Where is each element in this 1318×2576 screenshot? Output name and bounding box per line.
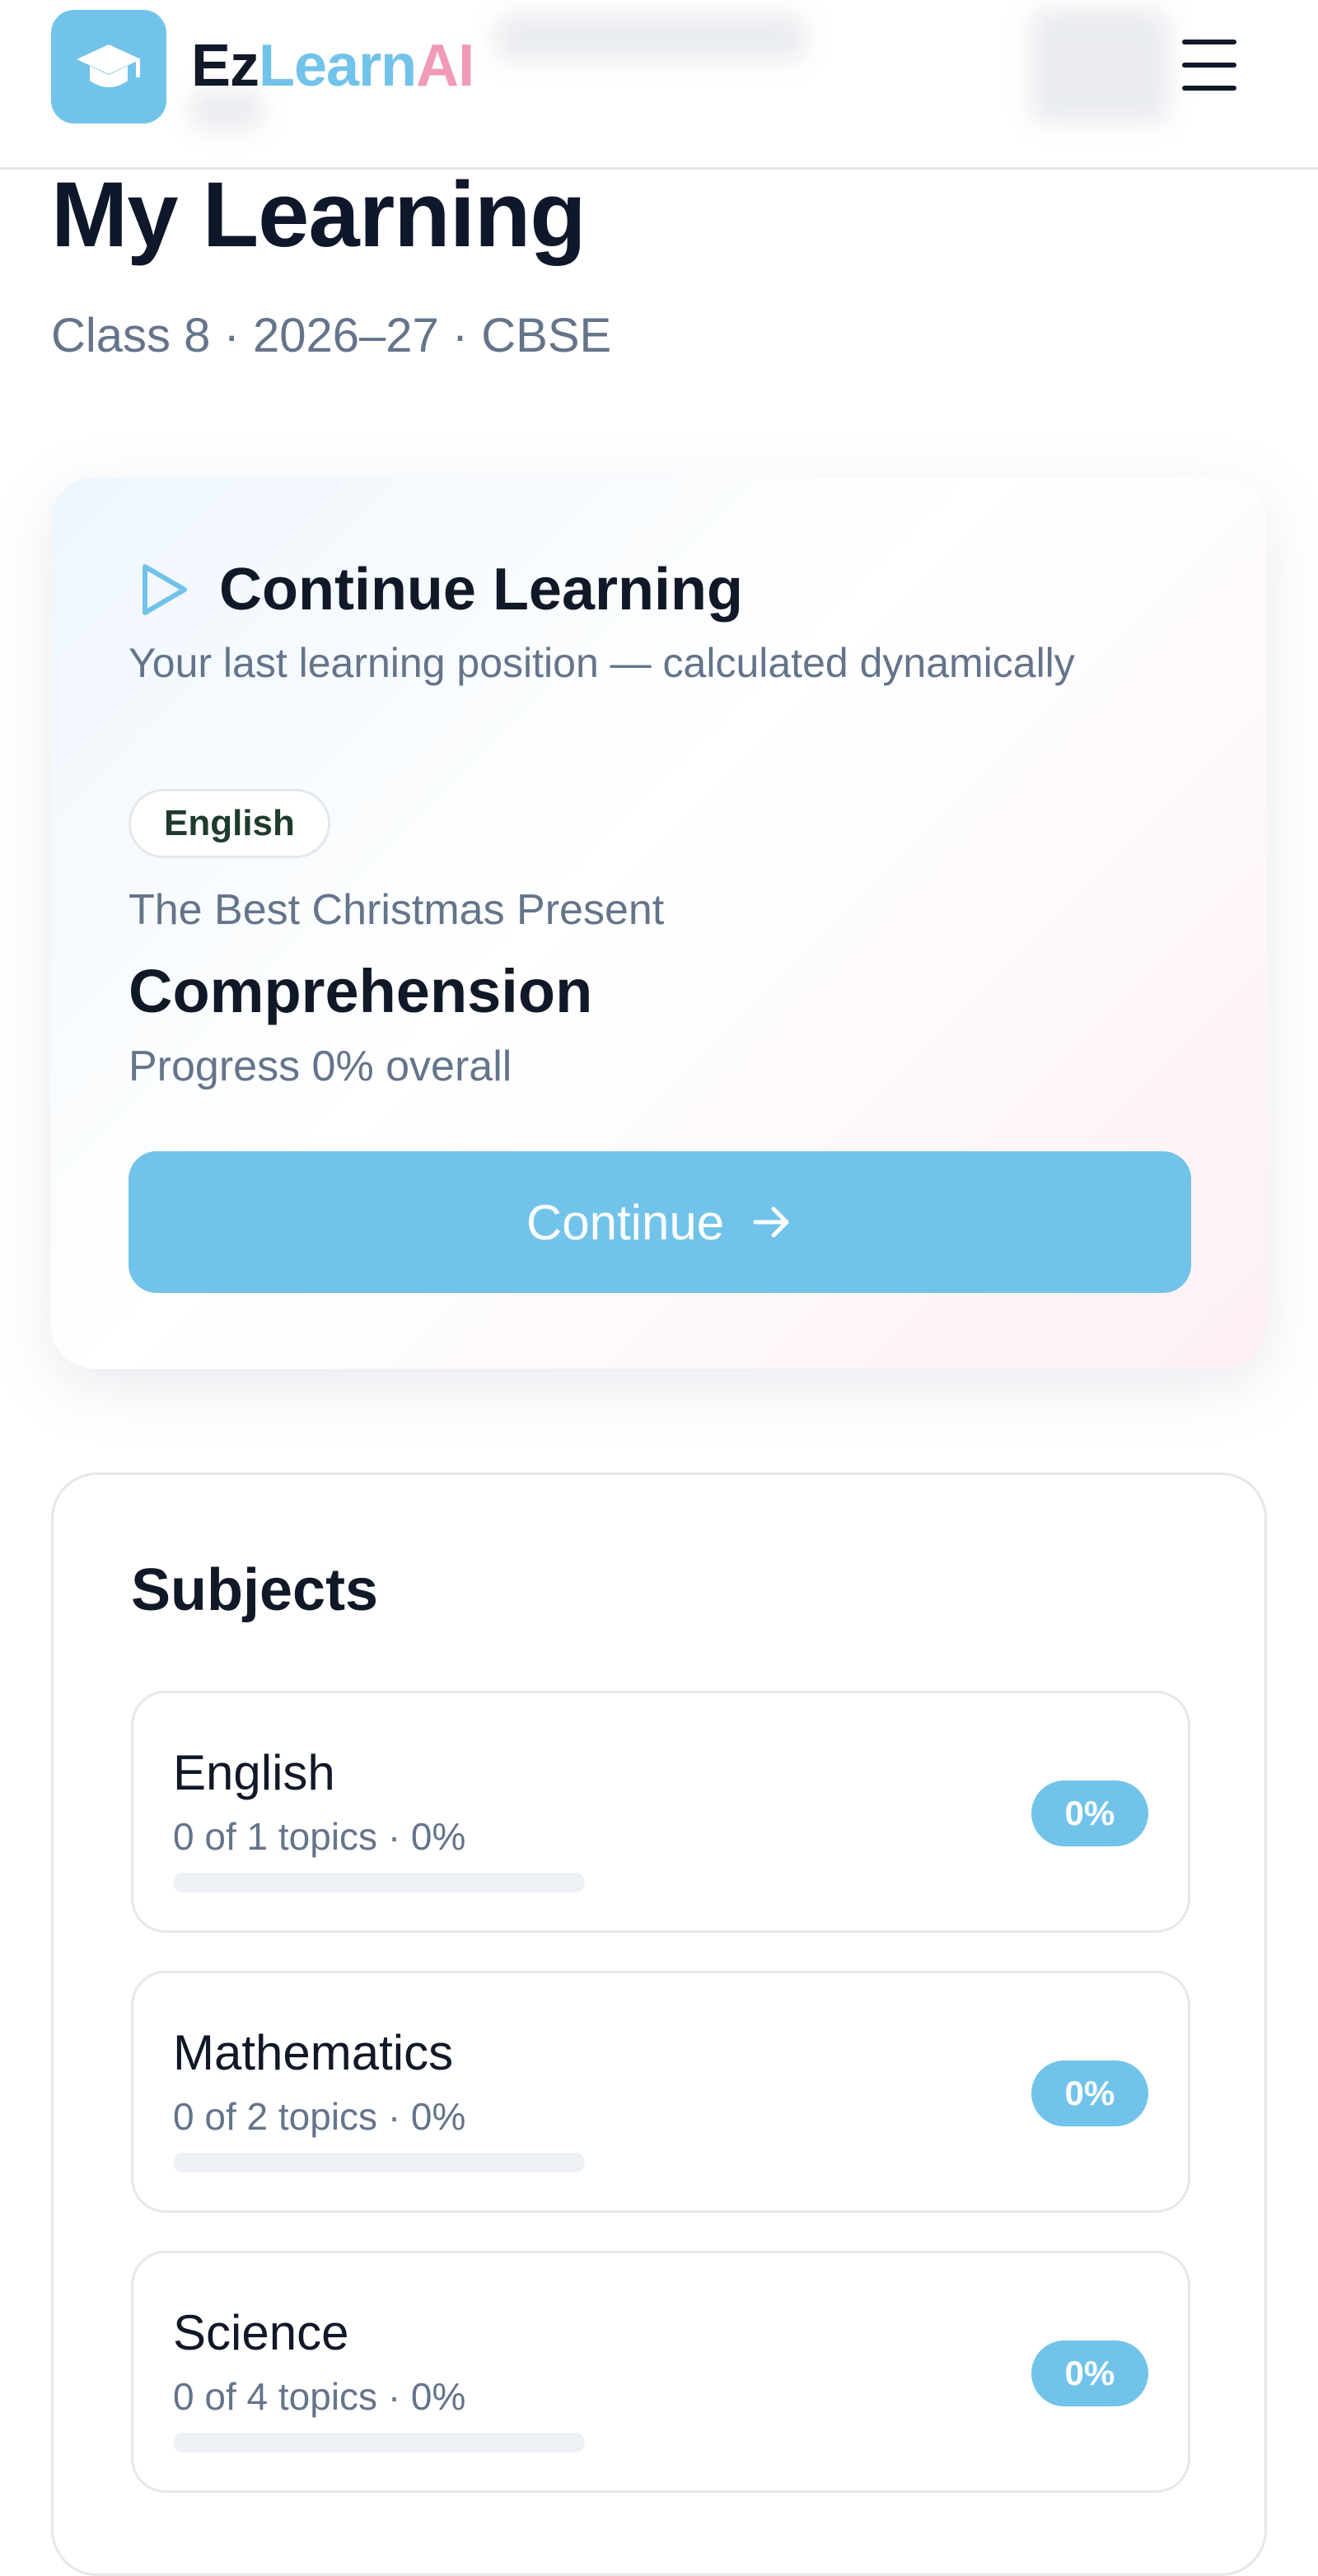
arrow-right-icon: [753, 1206, 789, 1238]
subject-meta: 0 of 2 topics · 0%: [173, 2095, 466, 2138]
subjects-title: Subjects: [131, 1557, 379, 1623]
subject-percent-badge: 0%: [1031, 2060, 1148, 2126]
menu-line: [1182, 63, 1236, 68]
graduation-cap-icon: [77, 44, 141, 87]
page-subtitle: Class 8 · 2026–27 · CBSE: [51, 309, 612, 362]
subject-meta: 0 of 4 topics · 0%: [173, 2375, 466, 2418]
brand-ai: AI: [416, 33, 474, 99]
subject-name: English: [173, 1745, 335, 1800]
top-navbar: EzLearnAI: [0, 0, 1318, 170]
lesson-progress-text: Progress 0% overall: [129, 1043, 512, 1090]
subject-item-english[interactable]: English 0 of 1 topics · 0% 0%: [131, 1691, 1190, 1933]
play-icon: [143, 564, 187, 615]
subject-tag: English: [129, 789, 330, 858]
continue-button-label: Continue: [526, 1194, 725, 1250]
app-logo[interactable]: [51, 10, 166, 124]
menu-line: [1182, 40, 1236, 44]
subjects-card: Subjects English 0 of 1 topics · 0% 0% M…: [51, 1472, 1267, 2576]
hamburger-menu-icon[interactable]: [1182, 40, 1236, 91]
subject-item-science[interactable]: Science 0 of 4 topics · 0% 0%: [131, 2251, 1190, 2493]
continue-learning-subtitle: Your last learning position — calculated…: [129, 640, 1075, 686]
blurred-background-element: [494, 15, 807, 61]
menu-line: [1182, 86, 1236, 91]
subject-item-mathematics[interactable]: Mathematics 0 of 2 topics · 0% 0%: [131, 1971, 1190, 2213]
subject-name: Science: [173, 2305, 349, 2360]
brand-ez: Ez: [191, 33, 259, 99]
lesson-topic: Comprehension: [129, 957, 593, 1025]
brand-learn: Learn: [259, 33, 417, 99]
subject-meta: 0 of 1 topics · 0%: [173, 1815, 466, 1858]
lesson-chapter: The Best Christmas Present: [129, 886, 665, 934]
continue-learning-title: Continue Learning: [219, 557, 743, 623]
subject-progress-bar: [173, 2153, 585, 2172]
blurred-background-element: [1030, 8, 1170, 124]
continue-learning-card: Continue Learning Your last learning pos…: [51, 478, 1267, 1369]
continue-button[interactable]: Continue: [129, 1151, 1191, 1293]
subject-percent-badge: 0%: [1031, 2340, 1148, 2406]
page-title: My Learning: [51, 163, 587, 266]
subject-progress-bar: [173, 1873, 585, 1892]
subject-percent-badge: 0%: [1031, 1780, 1148, 1846]
subject-name: Mathematics: [173, 2025, 454, 2080]
brand-name[interactable]: EzLearnAI: [191, 33, 474, 99]
subject-progress-bar: [173, 2433, 585, 2452]
